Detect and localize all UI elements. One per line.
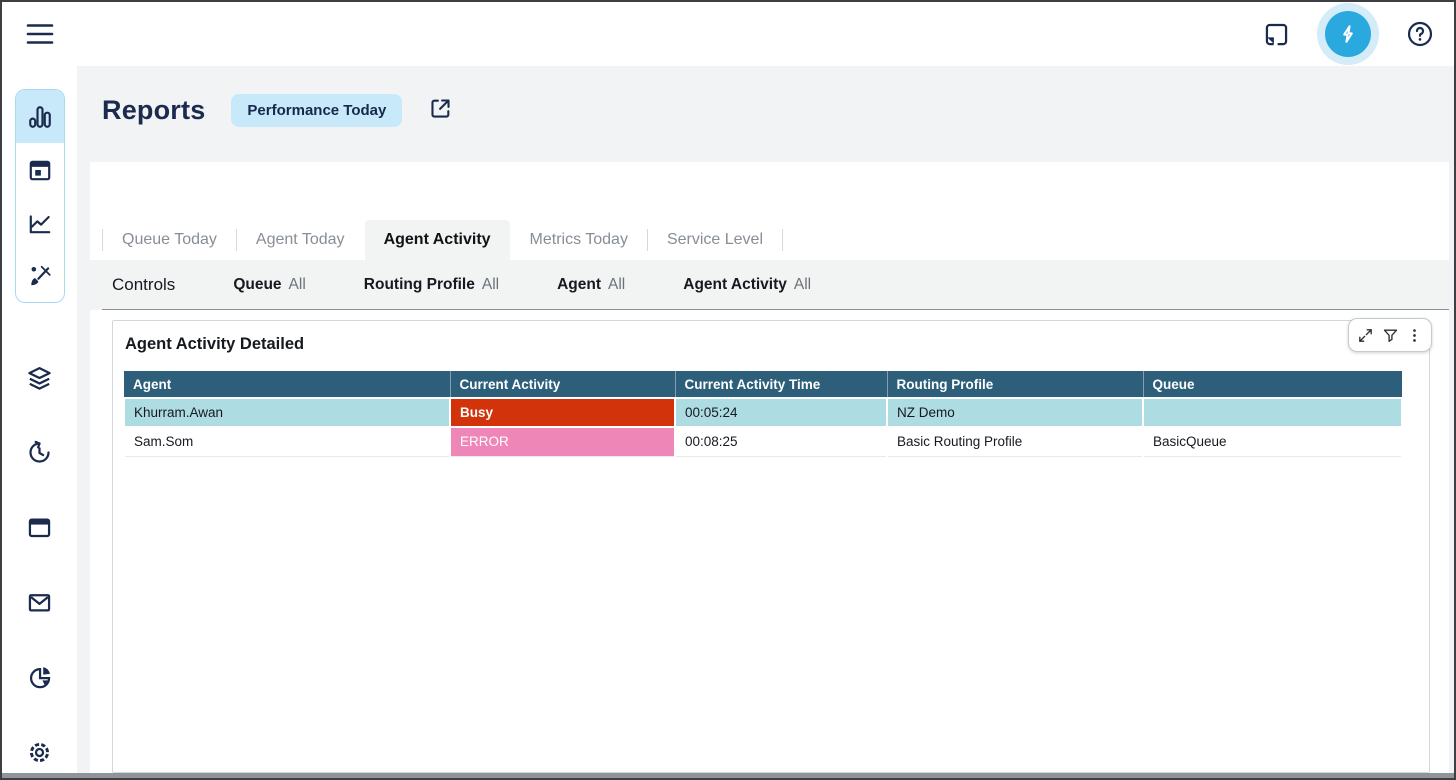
sidebar-report-group xyxy=(15,89,65,303)
agent-activity-table: Agent Current Activity Current Activity … xyxy=(123,371,1403,457)
sidebar-item-schedule[interactable] xyxy=(16,143,64,196)
sidebar-item-flows[interactable] xyxy=(2,364,77,392)
performance-today-badge[interactable]: Performance Today xyxy=(231,94,402,127)
cell-queue: BasicQueue xyxy=(1143,427,1402,456)
page-title: Reports xyxy=(102,95,205,126)
filter-agent-activity[interactable]: Agent ActivityAll xyxy=(683,276,811,294)
tab-divider xyxy=(782,229,783,251)
sidebar-item-history[interactable] xyxy=(2,438,77,466)
topbar-actions xyxy=(1263,2,1434,66)
cell-agent: Sam.Som xyxy=(124,427,450,456)
history-icon xyxy=(26,439,53,466)
sidebar-item-metrics[interactable] xyxy=(16,196,64,249)
browser-window-icon xyxy=(26,514,53,541)
report-canvas: Queue Today Agent Today Agent Activity M… xyxy=(90,162,1449,773)
cell-current-activity-time: 00:08:25 xyxy=(675,427,887,456)
assistant-button-ring xyxy=(1317,3,1379,65)
tab-service-level[interactable]: Service Level xyxy=(648,220,782,260)
sidebar-item-customize[interactable] xyxy=(16,249,64,302)
col-header-queue[interactable]: Queue xyxy=(1143,371,1402,398)
note-icon[interactable] xyxy=(1263,21,1290,48)
tab-queue-today[interactable]: Queue Today xyxy=(103,220,236,260)
filter-routing-profile[interactable]: Routing ProfileAll xyxy=(364,276,499,294)
col-header-agent[interactable]: Agent xyxy=(124,371,450,398)
sidebar-item-settings[interactable] xyxy=(2,738,77,766)
table-row[interactable]: Sam.Som ERROR 00:08:25 Basic Routing Pro… xyxy=(124,427,1402,456)
filter-funnel-icon[interactable] xyxy=(1382,327,1399,344)
widget-toolbar xyxy=(1348,318,1432,352)
cell-current-activity-status: ERROR xyxy=(450,427,675,456)
cell-routing-profile: Basic Routing Profile xyxy=(887,427,1143,456)
hamburger-menu-icon[interactable] xyxy=(26,21,54,47)
main-content: Reports Performance Today Queue Today Ag… xyxy=(77,66,1454,778)
kebab-menu-icon[interactable] xyxy=(1406,327,1423,344)
page-header: Reports Performance Today xyxy=(102,94,453,127)
widget-title: Agent Activity Detailed xyxy=(125,335,304,354)
table-header-row: Agent Current Activity Current Activity … xyxy=(124,371,1402,398)
expand-icon[interactable] xyxy=(1357,327,1374,344)
report-tabbar: Queue Today Agent Today Agent Activity M… xyxy=(90,220,1449,260)
col-header-current-activity-time[interactable]: Current Activity Time xyxy=(675,371,887,398)
sidebar-item-analytics[interactable] xyxy=(2,663,77,691)
table-row[interactable]: Khurram.Awan Busy 00:05:24 NZ Demo xyxy=(124,398,1402,427)
calendar-icon xyxy=(27,157,53,183)
agent-activity-widget: Agent Activity Detailed Agent Current Ac… xyxy=(112,320,1430,773)
pie-chart-icon xyxy=(26,664,53,691)
tab-metrics-today[interactable]: Metrics Today xyxy=(511,220,647,260)
horizontal-scrollbar[interactable] xyxy=(2,773,1454,778)
external-link-icon[interactable] xyxy=(428,96,453,126)
col-header-routing-profile[interactable]: Routing Profile xyxy=(887,371,1143,398)
cell-current-activity-status: Busy xyxy=(450,398,675,427)
sidebar-item-reports[interactable] xyxy=(16,90,64,143)
sidebar-nav xyxy=(2,66,77,773)
line-chart-icon xyxy=(27,210,53,236)
tab-agent-today[interactable]: Agent Today xyxy=(237,220,364,260)
controls-bar: Controls QueueAll Routing ProfileAll Age… xyxy=(90,260,1449,310)
controls-label: Controls xyxy=(112,275,175,295)
help-icon[interactable] xyxy=(1406,20,1434,48)
cell-routing-profile: NZ Demo xyxy=(887,398,1143,427)
bar-chart-icon xyxy=(27,104,53,130)
cell-queue xyxy=(1143,398,1402,427)
mail-icon xyxy=(26,589,53,616)
settings-icon xyxy=(26,739,53,766)
layers-icon xyxy=(26,365,53,392)
top-bar xyxy=(2,2,1454,66)
app-window: Reports Performance Today Queue Today Ag… xyxy=(0,0,1456,780)
cell-current-activity-time: 00:05:24 xyxy=(675,398,887,427)
tab-agent-activity[interactable]: Agent Activity xyxy=(365,220,510,260)
cell-agent: Khurram.Awan xyxy=(124,398,450,427)
filter-queue[interactable]: QueueAll xyxy=(233,276,305,294)
lightning-assistant-icon[interactable] xyxy=(1325,11,1371,57)
sidebar-item-applications[interactable] xyxy=(2,513,77,541)
filter-agent[interactable]: AgentAll xyxy=(557,276,625,294)
brush-icon xyxy=(27,263,53,289)
sidebar-item-messages[interactable] xyxy=(2,588,77,616)
col-header-current-activity[interactable]: Current Activity xyxy=(450,371,675,398)
